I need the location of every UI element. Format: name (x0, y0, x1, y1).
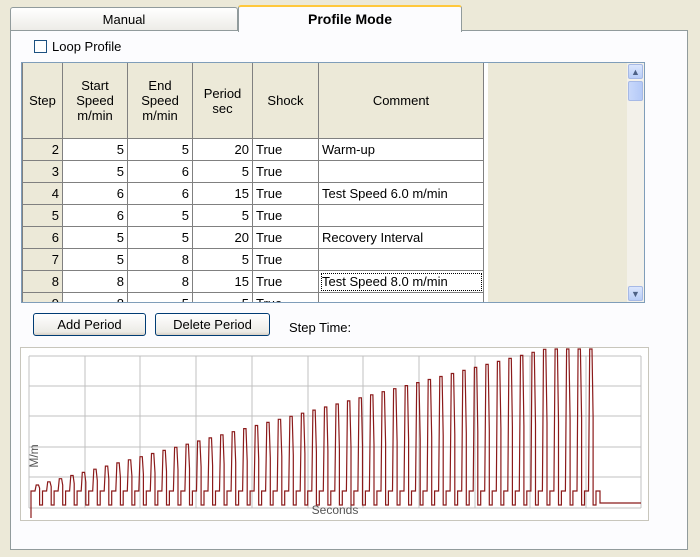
period-cell[interactable]: 15 (192, 182, 253, 205)
shock-cell[interactable]: True (252, 138, 319, 161)
comment-cell[interactable] (318, 292, 484, 302)
end-speed-cell[interactable]: 5 (127, 292, 193, 302)
table-row[interactable]: 5 6 5 5 True (22, 204, 484, 227)
step-cell[interactable]: 5 (22, 204, 63, 227)
start-speed-cell[interactable]: 6 (62, 182, 128, 205)
period-cell[interactable]: 5 (192, 160, 253, 183)
start-speed-cell[interactable]: 5 (62, 226, 128, 249)
comment-cell[interactable] (318, 248, 484, 271)
start-speed-cell[interactable]: 5 (62, 138, 128, 161)
comment-cell[interactable] (318, 160, 484, 183)
end-speed-cell[interactable]: 5 (127, 138, 193, 161)
loop-profile-checkbox[interactable] (34, 40, 47, 53)
period-cell[interactable]: 15 (192, 270, 253, 293)
end-speed-cell[interactable]: 8 (127, 248, 193, 271)
comment-cell[interactable] (318, 204, 484, 227)
comment-cell[interactable]: Warm-up (318, 138, 484, 161)
header-comment[interactable]: Comment (318, 63, 484, 139)
tab-profile-mode-label: Profile Mode (307, 11, 392, 27)
loop-profile-label: Loop Profile (52, 39, 122, 54)
step-cell[interactable]: 6 (22, 226, 63, 249)
start-speed-cell[interactable]: 6 (62, 204, 128, 227)
table-row[interactable]: 8 8 8 15 True Test Speed 8.0 m/min (22, 270, 484, 293)
add-period-button[interactable]: Add Period (33, 313, 146, 336)
table-row[interactable]: 2 5 5 20 True Warm-up (22, 138, 484, 161)
arrow-down-icon: ▼ (631, 288, 640, 299)
step-cell[interactable]: 9 (22, 292, 63, 302)
header-end-speed[interactable]: End Speed m/min (127, 63, 193, 139)
loop-profile-row: Loop Profile (34, 39, 121, 54)
shock-cell[interactable]: True (252, 292, 319, 302)
tab-manual[interactable]: Manual (10, 7, 238, 31)
arrow-up-icon: ▲ (631, 66, 640, 77)
grid-empty-area (488, 63, 626, 302)
start-speed-cell[interactable]: 8 (62, 292, 128, 302)
tab-profile-mode[interactable]: Profile Mode (238, 5, 462, 32)
table-row[interactable]: 7 5 8 5 True (22, 248, 484, 271)
header-start-speed[interactable]: Start Speed m/min (62, 63, 128, 139)
end-speed-cell[interactable]: 5 (127, 204, 193, 227)
period-cell[interactable]: 20 (192, 226, 253, 249)
end-speed-cell[interactable]: 6 (127, 182, 193, 205)
shock-cell[interactable]: True (252, 204, 319, 227)
period-cell[interactable]: 5 (192, 292, 253, 302)
start-speed-cell[interactable]: 8 (62, 270, 128, 293)
step-cell[interactable]: 3 (22, 160, 63, 183)
header-shock[interactable]: Shock (252, 63, 319, 139)
shock-cell[interactable]: True (252, 226, 319, 249)
header-step[interactable]: Step (22, 63, 63, 139)
chart-series-line (30, 348, 641, 518)
comment-cell[interactable]: Test Speed 6.0 m/min (318, 182, 484, 205)
table-row[interactable]: 6 5 5 20 True Recovery Interval (22, 226, 484, 249)
delete-period-button[interactable]: Delete Period (155, 313, 270, 336)
end-speed-cell[interactable]: 6 (127, 160, 193, 183)
scroll-up-button[interactable]: ▲ (628, 64, 643, 79)
step-cell[interactable]: 7 (22, 248, 63, 271)
period-cell[interactable]: 5 (192, 248, 253, 271)
profile-chart: M/m Seconds (20, 347, 649, 521)
step-time-label: Step Time: (289, 320, 352, 335)
shock-cell[interactable]: True (252, 248, 319, 271)
tab-manual-label: Manual (102, 12, 146, 27)
comment-cell[interactable]: Recovery Interval (318, 226, 484, 249)
table-row[interactable]: 3 5 6 5 True (22, 160, 484, 183)
end-speed-cell[interactable]: 8 (127, 270, 193, 293)
period-cell[interactable]: 5 (192, 204, 253, 227)
shock-cell[interactable]: True (252, 160, 319, 183)
table-header-row: Step Start Speed m/min End Speed m/min P… (22, 63, 484, 139)
step-cell[interactable]: 8 (22, 270, 63, 293)
period-cell[interactable]: 20 (192, 138, 253, 161)
scroll-thumb[interactable] (628, 81, 643, 101)
profile-chart-svg: M/m Seconds (27, 348, 642, 518)
header-period[interactable]: Period sec (192, 63, 253, 139)
scroll-down-button[interactable]: ▼ (628, 286, 643, 301)
end-speed-cell[interactable]: 5 (127, 226, 193, 249)
step-cell[interactable]: 2 (22, 138, 63, 161)
table-row[interactable]: 9855True (22, 292, 484, 302)
shock-cell[interactable]: True (252, 182, 319, 205)
start-speed-cell[interactable]: 5 (62, 160, 128, 183)
grid-vertical-scrollbar[interactable]: ▲ ▼ (626, 63, 644, 302)
chart-y-label: M/m (27, 444, 41, 467)
table-row[interactable]: 4 6 6 15 True Test Speed 6.0 m/min (22, 182, 484, 205)
shock-cell[interactable]: True (252, 270, 319, 293)
profile-grid: Step Start Speed m/min End Speed m/min P… (21, 62, 645, 303)
profile-table: Step Start Speed m/min End Speed m/min P… (22, 63, 484, 302)
start-speed-cell[interactable]: 5 (62, 248, 128, 271)
step-cell[interactable]: 4 (22, 182, 63, 205)
comment-cell[interactable]: Test Speed 8.0 m/min (318, 270, 484, 293)
